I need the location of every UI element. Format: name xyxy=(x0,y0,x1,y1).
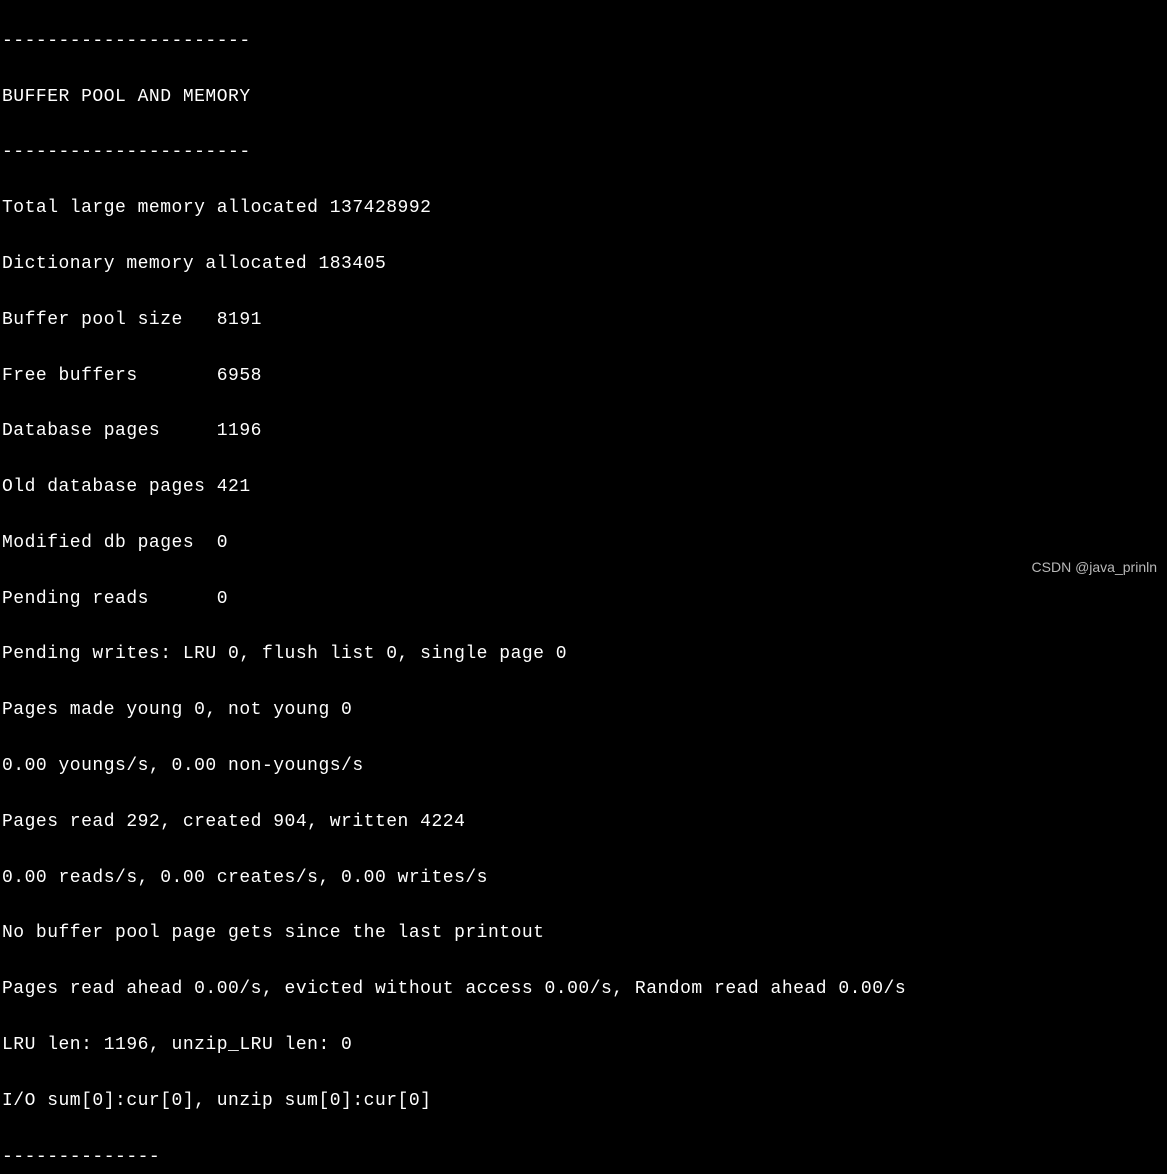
stat-free-buffers: Free buffers 6958 xyxy=(2,363,1165,391)
divider-line: ---------------------- xyxy=(2,28,1165,56)
divider-line: ---------------------- xyxy=(2,139,1165,167)
stat-total-large-memory: Total large memory allocated 137428992 xyxy=(2,195,1165,223)
stat-lru-len: LRU len: 1196, unzip_LRU len: 0 xyxy=(2,1032,1165,1060)
stat-pending-writes: Pending writes: LRU 0, flush list 0, sin… xyxy=(2,641,1165,669)
terminal-output: ---------------------- BUFFER POOL AND M… xyxy=(0,0,1167,1174)
stat-pending-reads: Pending reads 0 xyxy=(2,586,1165,614)
stat-modified-db-pages: Modified db pages 0 xyxy=(2,530,1165,558)
stat-dictionary-memory: Dictionary memory allocated 183405 xyxy=(2,251,1165,279)
divider-line: -------------- xyxy=(2,1144,1165,1172)
stat-old-database-pages: Old database pages 421 xyxy=(2,474,1165,502)
stat-youngs-rate: 0.00 youngs/s, 0.00 non-youngs/s xyxy=(2,753,1165,781)
stat-pages-made-young: Pages made young 0, not young 0 xyxy=(2,697,1165,725)
stat-rw-rate: 0.00 reads/s, 0.00 creates/s, 0.00 write… xyxy=(2,865,1165,893)
stat-pages-read: Pages read 292, created 904, written 422… xyxy=(2,809,1165,837)
stat-buffer-pool-size: Buffer pool size 8191 xyxy=(2,307,1165,335)
stat-no-buffer-gets: No buffer pool page gets since the last … xyxy=(2,920,1165,948)
watermark-text: CSDN @java_prinln xyxy=(1032,557,1157,579)
section-title: BUFFER POOL AND MEMORY xyxy=(2,84,1165,112)
stat-database-pages: Database pages 1196 xyxy=(2,418,1165,446)
stat-read-ahead: Pages read ahead 0.00/s, evicted without… xyxy=(2,976,1165,1004)
stat-io-sum: I/O sum[0]:cur[0], unzip sum[0]:cur[0] xyxy=(2,1088,1165,1116)
